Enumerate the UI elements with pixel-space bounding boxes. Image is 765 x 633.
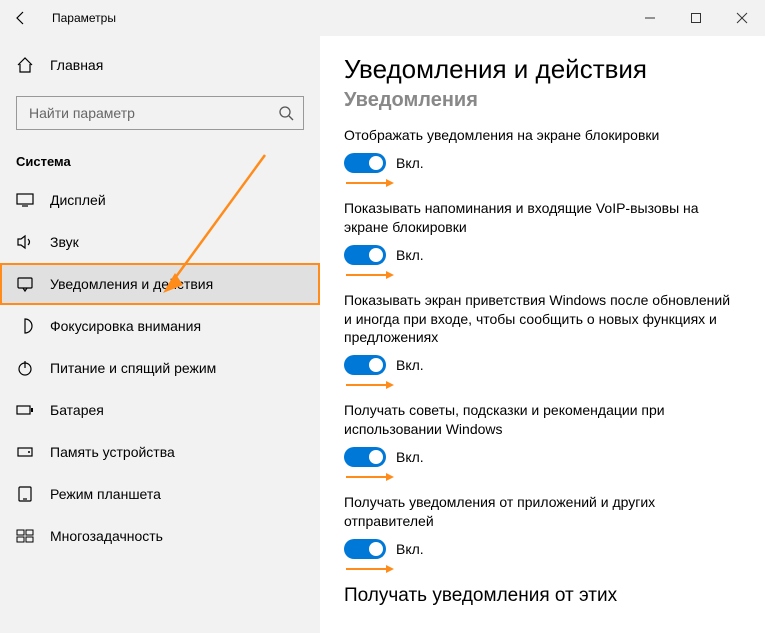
- toggle-state: Вкл.: [396, 541, 424, 557]
- option-label: Получать советы, подсказки и рекомендаци…: [344, 401, 741, 439]
- nav-display[interactable]: Дисплей: [0, 179, 320, 221]
- annotation-arrow-icon: [344, 379, 741, 391]
- window-controls: [627, 0, 765, 36]
- toggle-state: Вкл.: [396, 247, 424, 263]
- option-label: Отображать уведомления на экране блокиро…: [344, 126, 741, 145]
- sidebar: Главная Система Дисплей Звук Уведомления…: [0, 36, 320, 633]
- nav-label: Фокусировка внимания: [50, 318, 201, 334]
- nav-label: Дисплей: [50, 192, 106, 208]
- home-label: Главная: [50, 57, 103, 73]
- nav-label: Многозадачность: [50, 528, 163, 544]
- option-app-notif: Получать уведомления от приложений и дру…: [344, 493, 741, 575]
- search-input[interactable]: [16, 96, 304, 130]
- tablet-icon: [16, 485, 34, 503]
- annotation-arrow-icon: [344, 471, 741, 483]
- nav-focus[interactable]: Фокусировка внимания: [0, 305, 320, 347]
- option-lockscreen-notif: Отображать уведомления на экране блокиро…: [344, 126, 741, 189]
- option-tips: Получать советы, подсказки и рекомендаци…: [344, 401, 741, 483]
- content-pane: Уведомления и действия Уведомления Отобр…: [320, 36, 765, 633]
- section-heading: Получать уведомления от этих: [344, 585, 741, 607]
- close-button[interactable]: [719, 0, 765, 36]
- battery-icon: [16, 401, 34, 419]
- toggle-tips[interactable]: [344, 447, 386, 467]
- maximize-button[interactable]: [673, 0, 719, 36]
- section-header: Система: [0, 148, 320, 179]
- minimize-button[interactable]: [627, 0, 673, 36]
- page-title: Уведомления и действия: [344, 54, 741, 85]
- nav-notifications[interactable]: Уведомления и действия: [0, 263, 320, 305]
- nav-battery[interactable]: Батарея: [0, 389, 320, 431]
- home-icon: [16, 56, 34, 74]
- toggle-state: Вкл.: [396, 449, 424, 465]
- arrow-left-icon: [13, 10, 29, 26]
- nav-label: Память устройства: [50, 444, 175, 460]
- option-label: Показывать напоминания и входящие VoIP-в…: [344, 199, 741, 237]
- option-label: Получать уведомления от приложений и дру…: [344, 493, 741, 531]
- option-welcome-screen: Показывать экран приветствия Windows пос…: [344, 291, 741, 392]
- nav-tablet[interactable]: Режим планшета: [0, 473, 320, 515]
- titlebar: Параметры: [0, 0, 765, 36]
- sound-icon: [16, 233, 34, 251]
- annotation-arrow-icon: [344, 177, 741, 189]
- nav-label: Звук: [50, 234, 79, 250]
- focus-icon: [16, 317, 34, 335]
- notification-icon: [16, 275, 34, 293]
- nav-multitask[interactable]: Многозадачность: [0, 515, 320, 557]
- nav-power[interactable]: Питание и спящий режим: [0, 347, 320, 389]
- nav-sound[interactable]: Звук: [0, 221, 320, 263]
- power-icon: [16, 359, 34, 377]
- annotation-arrow-icon: [344, 563, 741, 575]
- back-button[interactable]: [0, 0, 42, 36]
- annotation-arrow-icon: [344, 269, 741, 281]
- option-voip-lockscreen: Показывать напоминания и входящие VoIP-в…: [344, 199, 741, 281]
- toggle-lockscreen-notif[interactable]: [344, 153, 386, 173]
- nav-label: Режим планшета: [50, 486, 161, 502]
- maximize-icon: [690, 12, 702, 24]
- minimize-icon: [644, 12, 656, 24]
- nav-storage[interactable]: Память устройства: [0, 431, 320, 473]
- nav-label: Питание и спящий режим: [50, 360, 216, 376]
- toggle-welcome-screen[interactable]: [344, 355, 386, 375]
- toggle-voip-lockscreen[interactable]: [344, 245, 386, 265]
- home-nav[interactable]: Главная: [0, 46, 320, 84]
- nav-label: Уведомления и действия: [50, 276, 213, 292]
- nav-label: Батарея: [50, 402, 104, 418]
- storage-icon: [16, 443, 34, 461]
- search-wrap: [16, 96, 304, 130]
- toggle-state: Вкл.: [396, 357, 424, 373]
- toggle-app-notif[interactable]: [344, 539, 386, 559]
- toggle-state: Вкл.: [396, 155, 424, 171]
- subheading: Уведомления: [344, 89, 741, 112]
- display-icon: [16, 191, 34, 209]
- close-icon: [736, 12, 748, 24]
- multitask-icon: [16, 527, 34, 545]
- window-title: Параметры: [52, 11, 116, 25]
- option-label: Показывать экран приветствия Windows пос…: [344, 291, 741, 348]
